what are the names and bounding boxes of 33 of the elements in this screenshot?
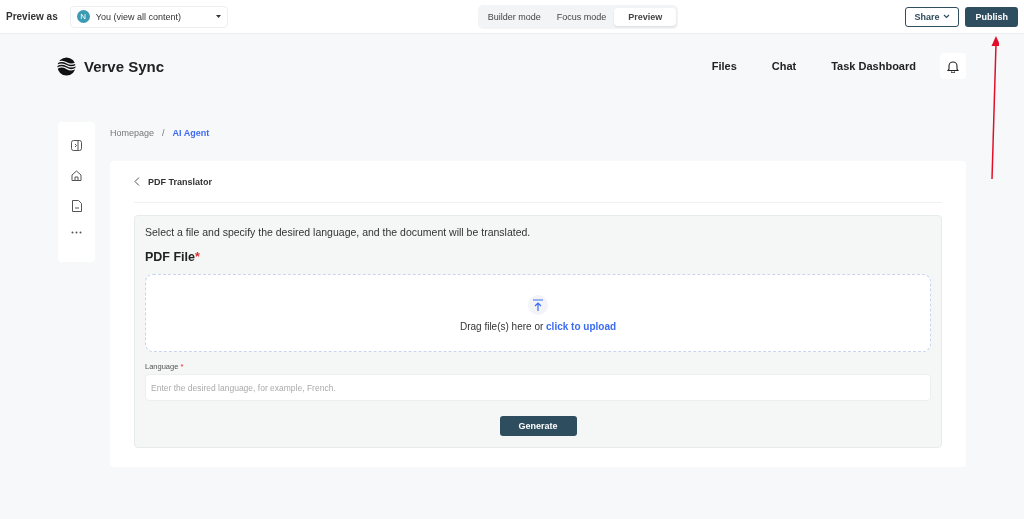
upload-area[interactable]: Drag file(s) here or click to upload: [145, 274, 931, 352]
home-icon[interactable]: [71, 170, 82, 181]
breadcrumb-link[interactable]: AI Agent: [172, 128, 210, 142]
nav-link[interactable]: Task Dashboard: [831, 60, 916, 72]
mode-tab[interactable]: Preview: [614, 7, 677, 26]
generate-button[interactable]: Generate: [499, 416, 577, 436]
language-field[interactable]: Enter the desired language, for example, French.: [145, 374, 931, 401]
panel-toggle-icon[interactable]: [71, 140, 82, 151]
logo-icon: [57, 56, 76, 76]
description: Select a file and specify the desired language, and the document will be translated.: [145, 226, 532, 238]
breadcrumb-separator: /: [162, 128, 165, 140]
document-icon[interactable]: [71, 200, 82, 212]
preview-as-label: Preview as: [6, 11, 58, 22]
mode-tab[interactable]: Focus mode: [548, 7, 615, 26]
user-avatar: N: [76, 10, 90, 23]
more-icon[interactable]: [71, 231, 82, 234]
mode-tab[interactable]: Builder mode: [479, 7, 549, 26]
breadcrumb-link[interactable]: Homepage: [110, 128, 155, 142]
page-title: PDF Translator: [148, 176, 212, 187]
notifications-button[interactable]: [940, 53, 966, 79]
upload-hint: Drag file(s) here or click to upload: [459, 320, 617, 332]
caret-icon: [215, 15, 221, 18]
chevron-down-icon: [943, 14, 951, 19]
publish-button[interactable]: Publish: [965, 6, 1018, 27]
upload-link[interactable]: click to upload: [546, 320, 617, 332]
field-label: PDF File*: [145, 250, 201, 264]
upload-icon: [528, 294, 548, 315]
brand-name: Verve Sync: [84, 57, 165, 75]
nav-link[interactable]: Chat: [771, 60, 797, 72]
bell-icon: [947, 59, 959, 73]
nav-link[interactable]: Files: [711, 60, 737, 72]
share-button[interactable]: Share: [905, 6, 960, 27]
user-select[interactable]: N You (view all content): [69, 5, 228, 28]
